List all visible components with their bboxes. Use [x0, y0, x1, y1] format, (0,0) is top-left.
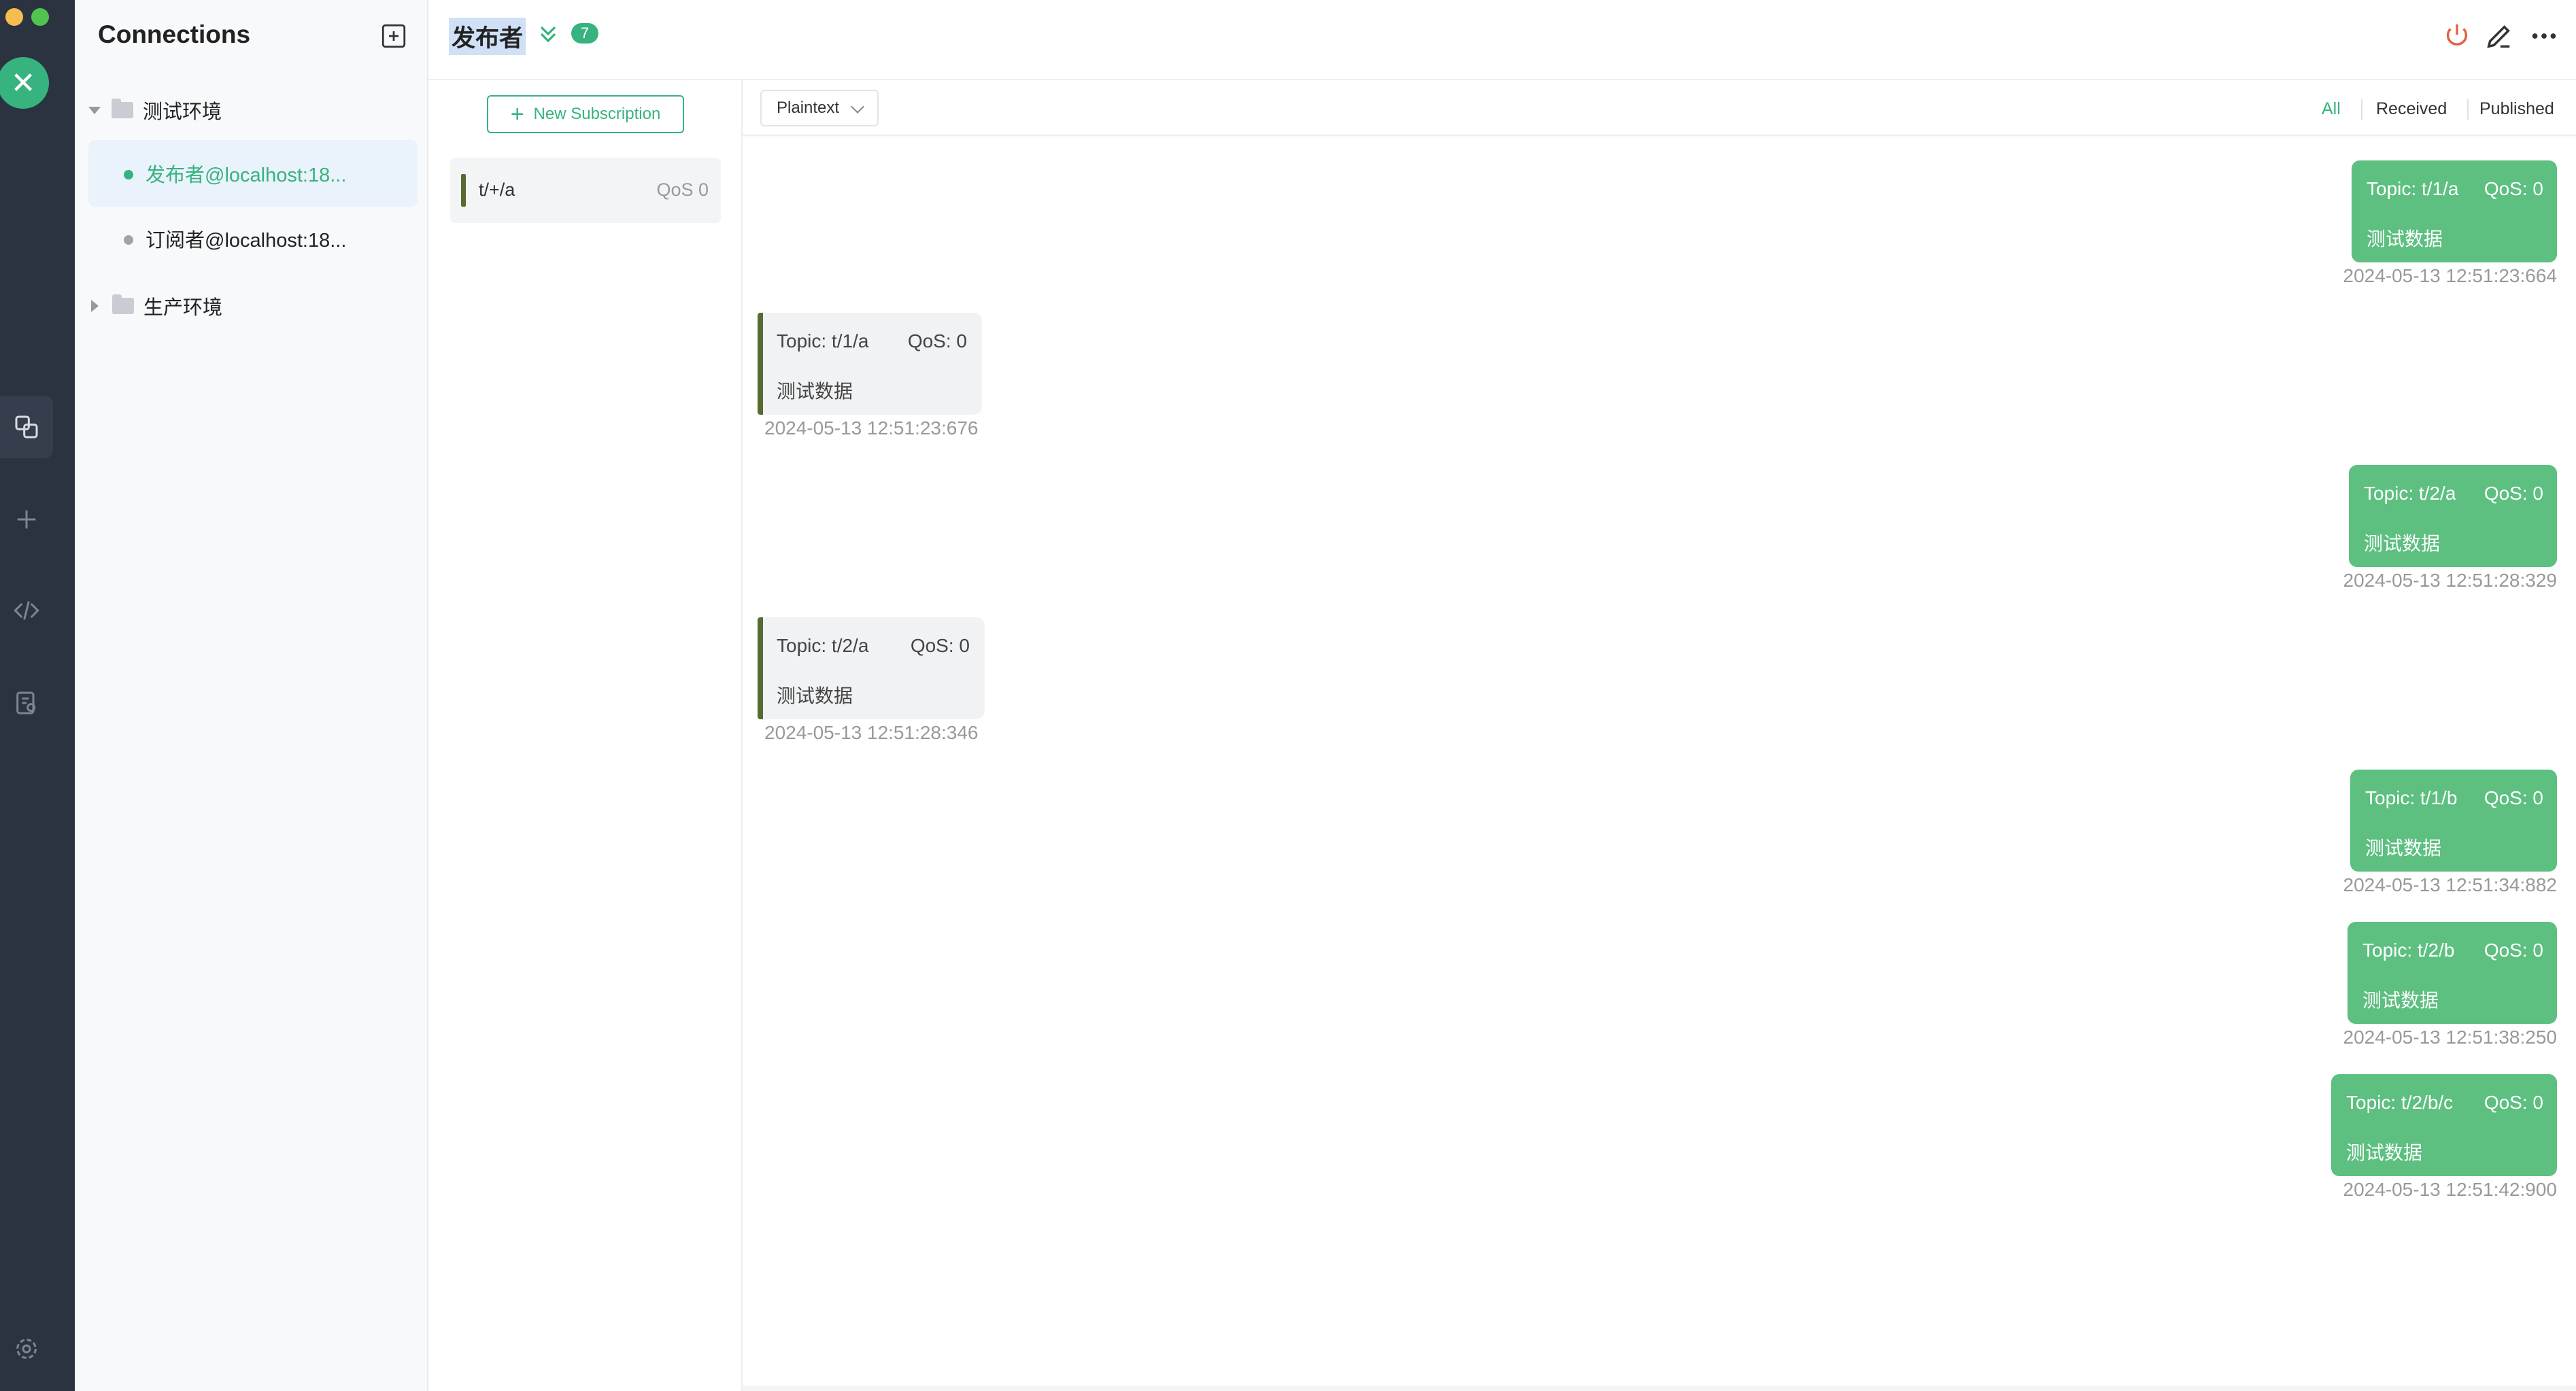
message-payload: 测试数据	[777, 685, 853, 706]
group-label: 测试环境	[143, 101, 222, 123]
connected-status-dot	[124, 170, 133, 179]
connection-header: 发布者 7	[428, 0, 2576, 80]
subscription-topic: t/+/a	[479, 179, 515, 200]
plus-icon	[17, 510, 36, 529]
messages-toolbar: Plaintext All Received Published	[743, 80, 2576, 136]
message-timestamp: 2024-05-13 12:51:23:676	[764, 417, 979, 439]
message-payload: 测试数据	[2365, 838, 2442, 859]
connection-group-test[interactable]: 测试环境	[88, 90, 222, 131]
add-folder-icon[interactable]	[379, 22, 408, 50]
message-timestamp: 2024-05-13 12:51:28:346	[764, 722, 979, 743]
message-qos: QoS: 0	[2484, 178, 2543, 199]
subscription-color-bar	[758, 313, 763, 415]
subscription-item[interactable]: t/+/a QoS 0	[450, 158, 721, 223]
connection-item-subscriber[interactable]: 订阅者@localhost:18...	[88, 205, 418, 272]
script-icon	[14, 601, 39, 620]
more-options-icon[interactable]	[2528, 20, 2560, 52]
message-qos: QoS: 0	[2484, 483, 2543, 504]
message-payload: 测试数据	[777, 381, 853, 402]
filter-divider	[2467, 99, 2469, 120]
message-topic: Topic: t/2/a	[777, 635, 869, 656]
app-sidebar: ✕	[0, 0, 75, 1391]
connections-nav-button[interactable]	[0, 396, 53, 458]
group-label: 生产环境	[143, 297, 223, 319]
log-nav-button[interactable]	[0, 672, 53, 734]
received-message-bubble[interactable]: Topic: t/1/a QoS: 0 测试数据	[758, 313, 982, 415]
subscription-color-bar	[758, 617, 763, 719]
connection-item-publisher[interactable]: 发布者@localhost:18...	[88, 140, 418, 207]
published-message-bubble[interactable]: Topic: t/1/a QoS: 0 测试数据	[2352, 160, 2557, 262]
plus-icon: +	[510, 101, 524, 127]
expand-caret-icon	[88, 106, 101, 114]
payload-format-select[interactable]: Plaintext	[760, 90, 879, 126]
message-qos: QoS: 0	[2484, 787, 2543, 808]
published-message-bubble[interactable]: Topic: t/1/b QoS: 0 测试数据	[2350, 770, 2557, 872]
message-timestamp: 2024-05-13 12:51:23:664	[2343, 265, 2558, 286]
folder-icon	[112, 294, 134, 314]
disconnected-status-dot	[124, 235, 133, 245]
message-payload: 测试数据	[2362, 990, 2439, 1011]
format-label: Plaintext	[777, 99, 840, 117]
message-timestamp: 2024-05-13 12:51:28:329	[2343, 570, 2558, 591]
message-topic: Topic: t/1/a	[777, 330, 869, 351]
subscription-qos: QoS 0	[656, 179, 709, 200]
message-qos: QoS: 0	[2484, 1092, 2543, 1113]
connections-title: Connections	[98, 20, 251, 48]
filter-all-tab[interactable]: All	[2322, 99, 2341, 119]
message-topic: Topic: t/2/a	[2364, 483, 2456, 504]
subscription-color-bar	[461, 174, 466, 207]
filter-received-tab[interactable]: Received	[2376, 99, 2447, 119]
message-topic: Topic: t/1/a	[2367, 178, 2459, 199]
message-topic: Topic: t/2/b/c	[2346, 1092, 2454, 1113]
edit-icon[interactable]	[2484, 20, 2515, 52]
published-message-bubble[interactable]: Topic: t/2/b QoS: 0 测试数据	[2348, 922, 2557, 1024]
settings-nav-button[interactable]	[0, 1318, 53, 1380]
disconnect-power-icon[interactable]	[2441, 20, 2473, 52]
double-chevron-down-icon[interactable]	[535, 20, 562, 48]
settings-icon	[16, 1339, 37, 1359]
message-topic: Topic: t/2/b	[2362, 940, 2455, 961]
app-logo: ✕	[0, 57, 49, 109]
message-qos: QoS: 0	[2484, 940, 2543, 961]
publish-area-divider	[743, 1386, 2576, 1391]
filter-divider	[2361, 99, 2362, 120]
connections-icon	[15, 415, 38, 439]
connection-label: 订阅者@localhost:18...	[146, 230, 347, 252]
connection-group-prod[interactable]: 生产环境	[88, 286, 222, 326]
message-timestamp: 2024-05-13 12:51:42:900	[2343, 1179, 2558, 1200]
new-connection-nav-button[interactable]	[0, 488, 53, 551]
message-payload: 测试数据	[2346, 1142, 2423, 1163]
collapse-caret-icon	[91, 300, 99, 312]
log-icon	[16, 691, 36, 715]
subscriptions-panel: + New Subscription t/+/a QoS 0	[428, 80, 743, 1391]
new-subscription-label: New Subscription	[533, 105, 661, 123]
connections-panel: Connections 测试环境 发布者@localhost:18... 订阅者…	[75, 0, 428, 1391]
window-zoom-button[interactable]	[31, 8, 49, 26]
received-message-bubble[interactable]: Topic: t/2/a QoS: 0 测试数据	[758, 617, 985, 719]
window-minimize-button[interactable]	[5, 8, 23, 26]
message-qos: QoS: 0	[907, 330, 967, 351]
new-subscription-button[interactable]: + New Subscription	[487, 95, 684, 133]
message-timestamp: 2024-05-13 12:51:38:250	[2343, 1027, 2558, 1048]
chevron-down-icon	[851, 100, 864, 114]
message-qos: QoS: 0	[910, 635, 970, 656]
connection-label: 发布者@localhost:18...	[146, 165, 347, 186]
published-message-bubble[interactable]: Topic: t/2/a QoS: 0 测试数据	[2349, 465, 2557, 567]
published-message-bubble[interactable]: Topic: t/2/b/c QoS: 0 测试数据	[2331, 1074, 2557, 1176]
folder-icon	[112, 99, 133, 118]
messages-panel: Plaintext All Received Published Topic: …	[743, 80, 2576, 1391]
filter-published-tab[interactable]: Published	[2479, 99, 2554, 119]
message-payload: 测试数据	[2367, 228, 2443, 250]
message-payload: 测试数据	[2364, 533, 2441, 554]
message-topic: Topic: t/1/b	[2365, 787, 2458, 808]
connection-title[interactable]: 发布者	[449, 18, 526, 55]
script-nav-button[interactable]	[0, 579, 53, 642]
message-timestamp: 2024-05-13 12:51:34:882	[2343, 874, 2558, 895]
message-count-badge: 7	[571, 23, 598, 44]
